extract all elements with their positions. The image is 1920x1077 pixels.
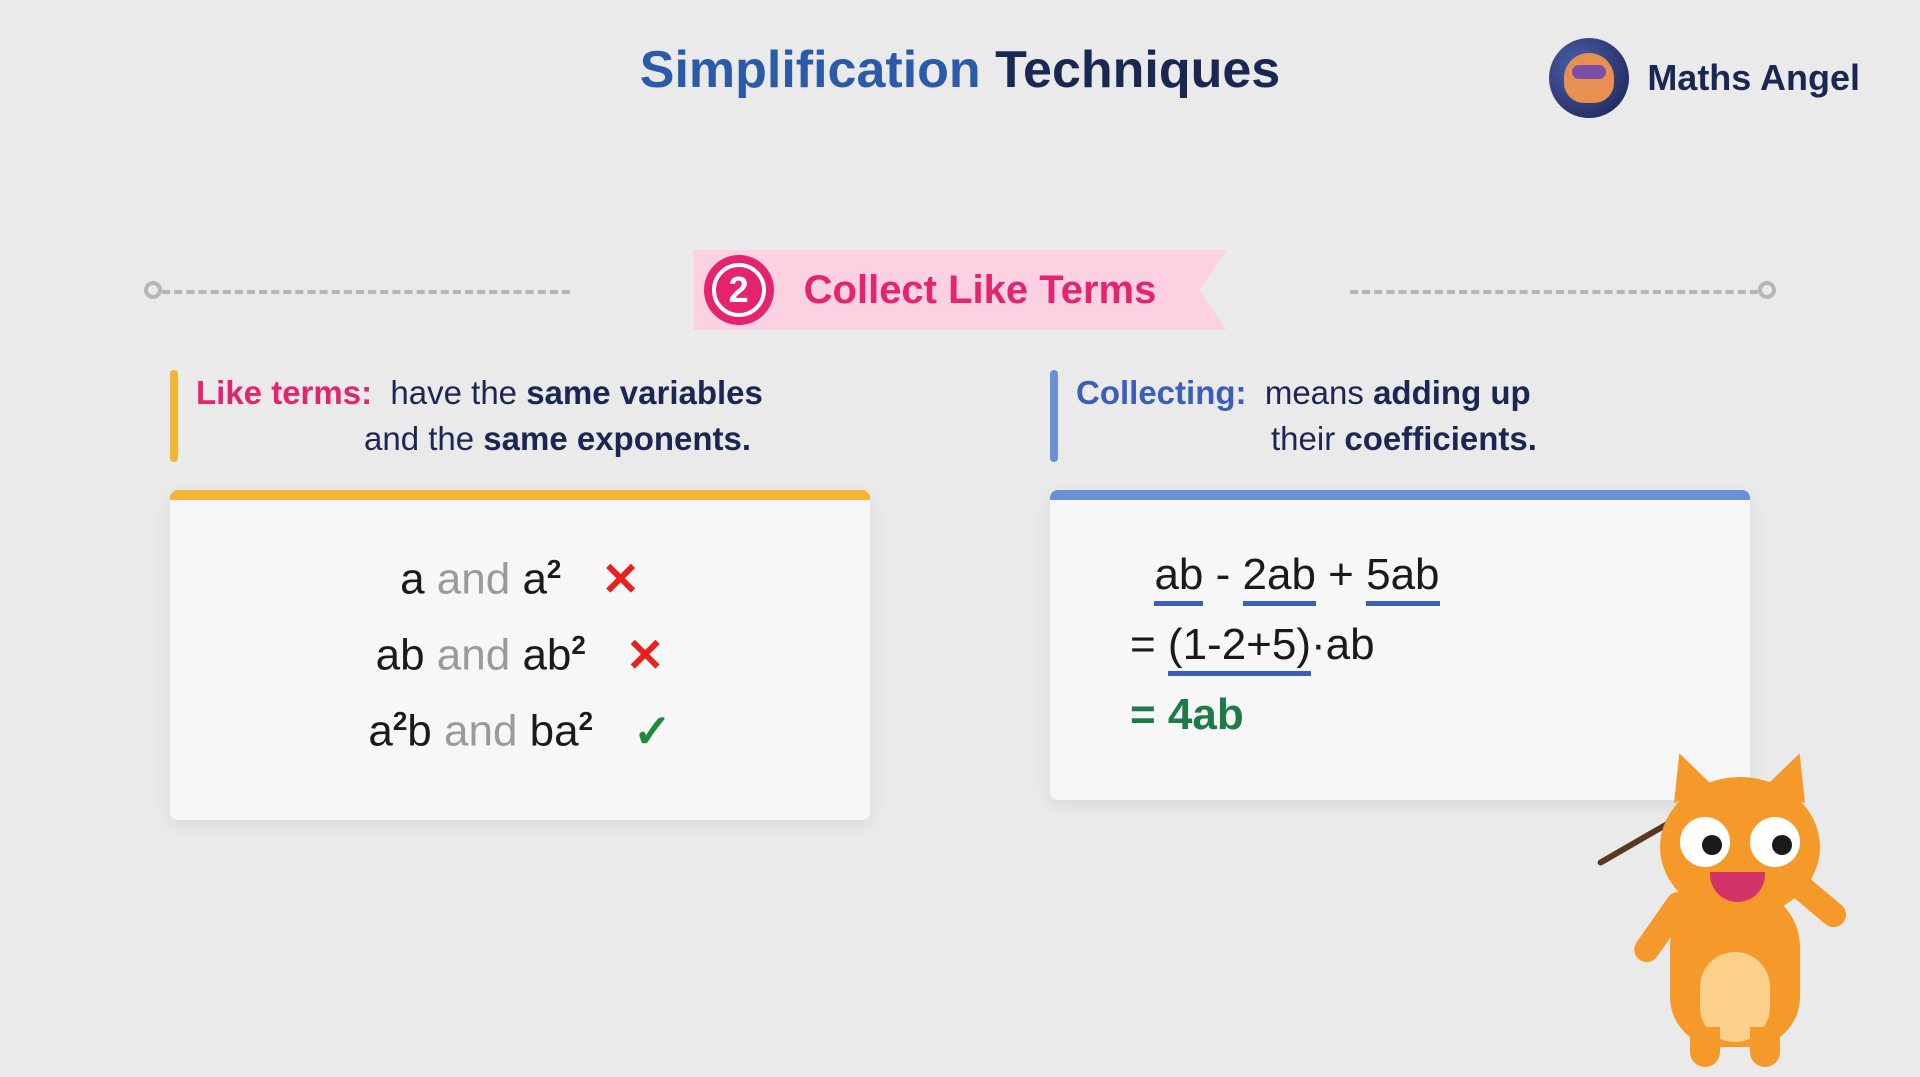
cross-icon: ✕ [601,552,640,606]
step-banner: 2 Collect Like Terms [694,250,1227,330]
left-def-text: Like terms: have the same variables and … [196,370,763,462]
left-column: Like terms: have the same variables and … [170,370,870,820]
example-row-1: a and a2 ✕ [220,552,820,606]
step-label: Collect Like Terms [804,268,1157,313]
right-definition: Collecting: means adding up their coeffi… [1050,370,1750,462]
divider-right [1350,290,1770,294]
brand-logo: Maths Angel [1549,38,1860,118]
title-part1: Simplification [640,41,981,99]
divider-left [150,290,570,294]
accent-bar-blue [1050,370,1058,462]
right-def-text: Collecting: means adding up their coeffi… [1076,370,1537,462]
check-icon: ✓ [633,704,672,758]
step-number-badge: 2 [704,255,774,325]
title-part2: Techniques [995,41,1280,99]
brand-name: Maths Angel [1647,57,1860,99]
step-number: 2 [712,263,766,317]
mascot-cat [1610,747,1870,1067]
example-row-2: ab and ab2 ✕ [220,628,820,682]
card-bar-blue [1050,490,1750,500]
example-row-3: a2b and ba2 ✓ [220,704,820,758]
dot-right [1758,281,1776,299]
dot-left [144,281,162,299]
accent-bar-yellow [170,370,178,462]
cross-icon: ✕ [626,628,665,682]
equation-result: = 4ab [1100,690,1700,740]
card-bar-yellow [170,490,870,500]
equation-line-2: = (1-2+5)·ab [1100,620,1700,670]
left-card: a and a2 ✕ ab and ab2 ✕ a2b and ba2 ✓ [170,490,870,820]
step-indicator: 2 Collect Like Terms [0,250,1920,330]
left-definition: Like terms: have the same variables and … [170,370,870,462]
equation-line-1: ab - 2ab + 5ab [1100,550,1700,600]
logo-icon [1549,38,1629,118]
